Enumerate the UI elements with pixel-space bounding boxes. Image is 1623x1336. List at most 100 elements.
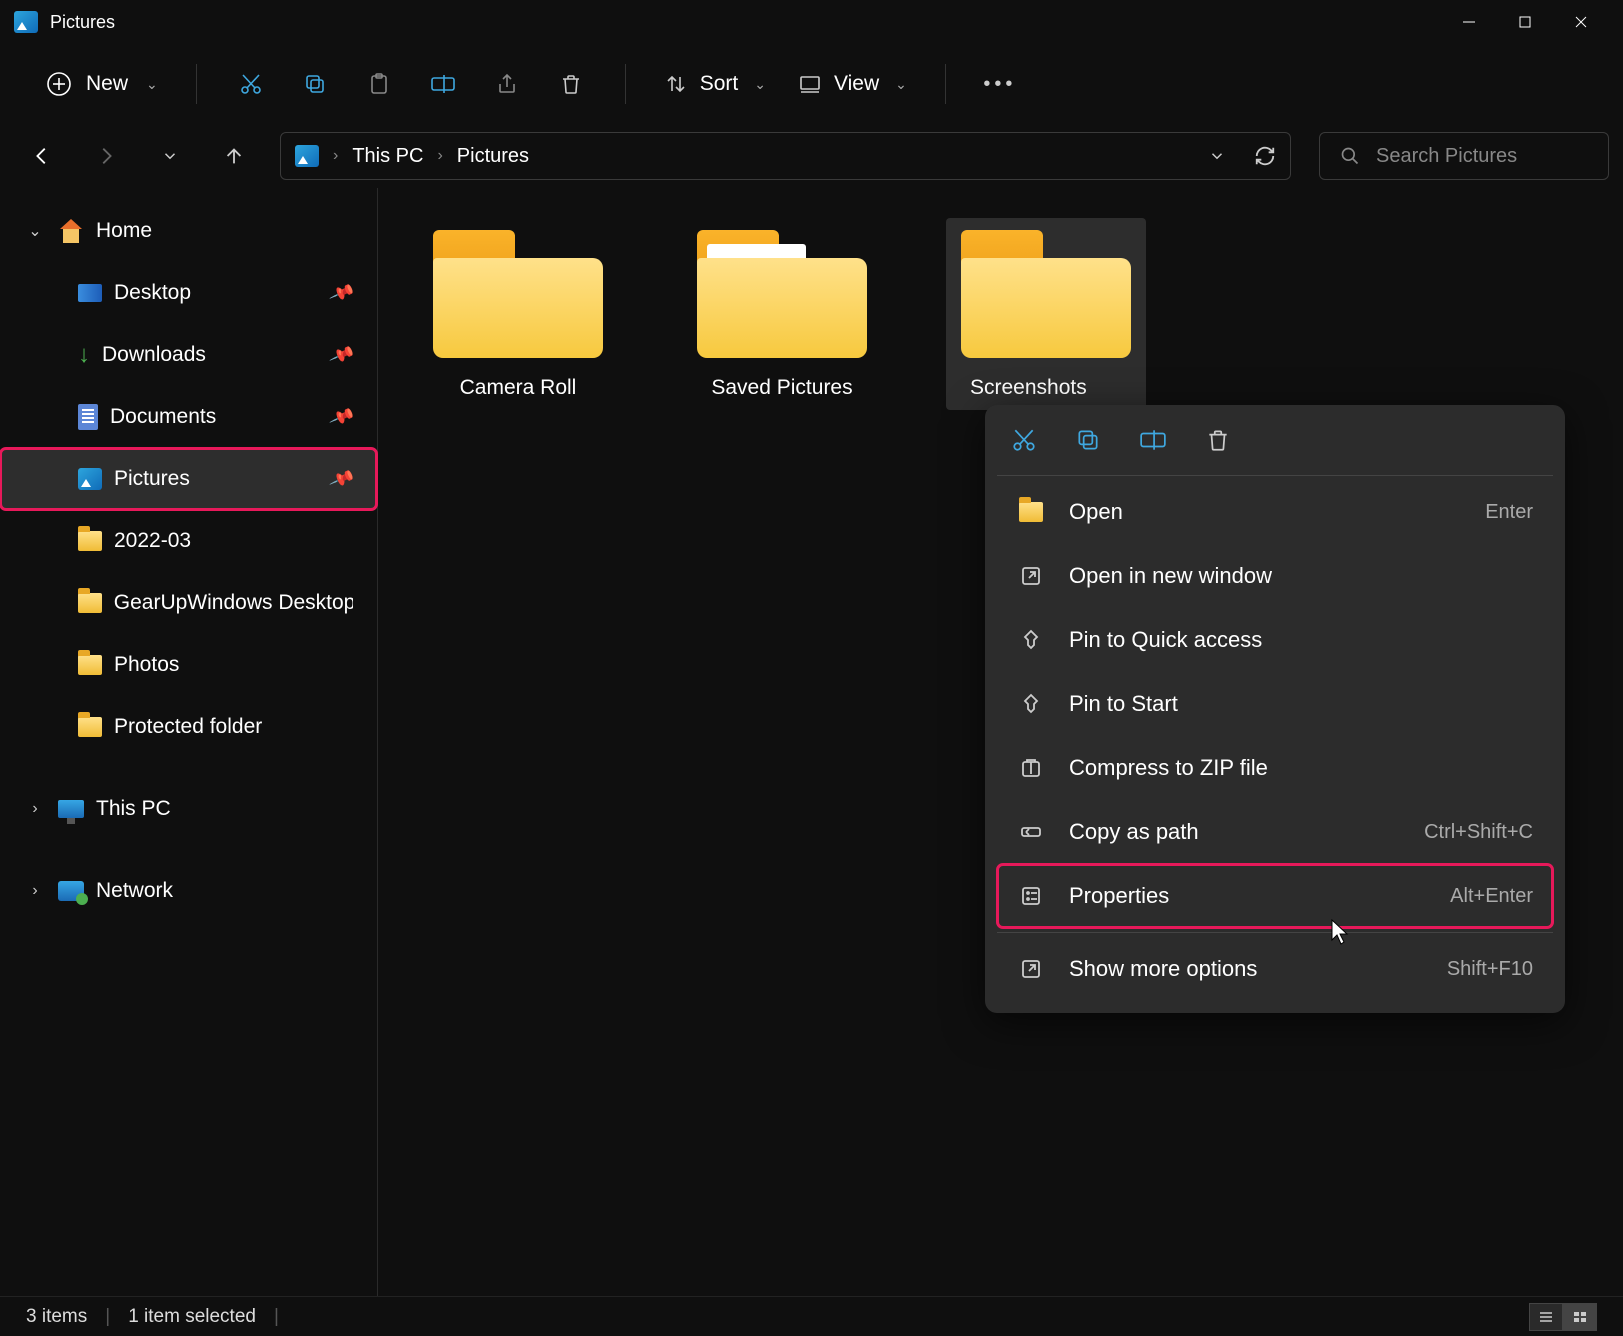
sidebar-item-network[interactable]: › Network: [0, 860, 377, 922]
plus-circle-icon: [46, 71, 72, 97]
sidebar-item-home[interactable]: ⌄ Home: [0, 200, 377, 262]
menu-label: Open in new window: [1069, 563, 1272, 589]
menu-pin-quick-access[interactable]: Pin to Quick access: [997, 608, 1553, 672]
folder-saved-pictures[interactable]: Saved Pictures: [682, 218, 882, 410]
new-window-icon: [1017, 562, 1045, 590]
sidebar-item-label: 2022-03: [114, 529, 191, 553]
menu-label: Pin to Quick access: [1069, 627, 1262, 653]
window-title: Pictures: [50, 12, 115, 33]
forward-button[interactable]: [88, 138, 124, 174]
menu-pin-start[interactable]: Pin to Start: [997, 672, 1553, 736]
breadcrumb-segment[interactable]: This PC: [352, 145, 423, 168]
menu-label: Properties: [1069, 883, 1169, 909]
document-icon: [78, 404, 98, 430]
search-input[interactable]: Search Pictures: [1319, 132, 1609, 180]
view-button[interactable]: View ⌄: [788, 66, 917, 102]
up-button[interactable]: [216, 138, 252, 174]
folder-label: Camera Roll: [460, 376, 577, 400]
maximize-button[interactable]: [1497, 0, 1553, 44]
sidebar-item-desktop[interactable]: Desktop 📌: [0, 262, 377, 324]
sidebar-item-gearupwindows[interactable]: GearUpWindows Desktop: [0, 572, 377, 634]
paste-icon: [367, 72, 391, 96]
menu-separator: [997, 475, 1553, 476]
delete-button[interactable]: [545, 58, 597, 110]
rename-icon[interactable]: [1139, 427, 1167, 453]
view-icon: [798, 72, 822, 96]
view-label: View: [834, 72, 879, 96]
desktop-icon: [78, 284, 102, 302]
cut-icon[interactable]: [1011, 427, 1037, 453]
menu-properties[interactable]: Properties Alt+Enter: [997, 864, 1553, 928]
chevron-down-icon: ⌄: [24, 221, 46, 241]
menu-compress-zip[interactable]: Compress to ZIP file: [997, 736, 1553, 800]
sort-button[interactable]: Sort ⌄: [654, 66, 776, 102]
copy-button[interactable]: [289, 58, 341, 110]
share-button[interactable]: [481, 58, 533, 110]
details-view-button[interactable]: [1529, 1303, 1563, 1331]
paste-button[interactable]: [353, 58, 405, 110]
chevron-right-icon: ›: [24, 800, 46, 818]
menu-separator: [997, 932, 1553, 933]
breadcrumb[interactable]: › This PC › Pictures: [280, 132, 1291, 180]
minimize-button[interactable]: [1441, 0, 1497, 44]
menu-shortcut: Alt+Enter: [1450, 885, 1533, 908]
sidebar-item-this-pc[interactable]: › This PC: [0, 778, 377, 840]
sidebar-item-label: Downloads: [102, 343, 206, 367]
properties-icon: [1017, 882, 1045, 910]
pin-icon: 📌: [328, 465, 356, 492]
new-button[interactable]: New ⌄: [36, 65, 168, 103]
home-icon: [58, 219, 84, 243]
rename-button[interactable]: [417, 58, 469, 110]
navrow: › This PC › Pictures Search Pictures: [0, 124, 1623, 188]
search-icon: [1340, 146, 1360, 166]
toolbar-separator: [945, 64, 946, 104]
titlebar: Pictures: [0, 0, 1623, 44]
status-selected: 1 item selected: [128, 1306, 256, 1328]
download-icon: ↓: [78, 341, 90, 369]
pictures-app-icon: [14, 11, 38, 33]
close-button[interactable]: [1553, 0, 1609, 44]
more-square-icon: [1017, 955, 1045, 983]
sidebar-item-pictures[interactable]: Pictures 📌: [0, 448, 377, 510]
refresh-icon[interactable]: [1254, 145, 1276, 167]
menu-shortcut: Ctrl+Shift+C: [1424, 821, 1533, 844]
search-placeholder: Search Pictures: [1376, 145, 1517, 168]
sidebar-item-photos[interactable]: Photos: [0, 634, 377, 696]
back-button[interactable]: [24, 138, 60, 174]
folder-camera-roll[interactable]: Camera Roll: [418, 218, 618, 410]
sidebar-item-documents[interactable]: Documents 📌: [0, 386, 377, 448]
menu-copy-path[interactable]: Copy as path Ctrl+Shift+C: [997, 800, 1553, 864]
menu-shortcut: Enter: [1485, 501, 1533, 524]
sidebar-item-downloads[interactable]: ↓ Downloads 📌: [0, 324, 377, 386]
menu-label: Open: [1069, 499, 1123, 525]
new-label: New: [86, 72, 128, 96]
menu-open-new-window[interactable]: Open in new window: [997, 544, 1553, 608]
breadcrumb-sep-icon: ›: [437, 147, 442, 165]
folder-label: Screenshots: [956, 376, 1087, 400]
breadcrumb-segment[interactable]: Pictures: [457, 145, 529, 168]
sidebar-item-label: Photos: [114, 653, 179, 677]
sidebar-item-protected-folder[interactable]: Protected folder: [0, 696, 377, 758]
copy-icon: [303, 72, 327, 96]
sidebar-item-2022-03[interactable]: 2022-03: [0, 510, 377, 572]
path-icon: [1017, 818, 1045, 846]
more-button[interactable]: •••: [974, 58, 1026, 110]
recent-button[interactable]: [152, 138, 188, 174]
delete-icon[interactable]: [1205, 427, 1231, 453]
folder-icon: [78, 531, 102, 551]
sidebar-item-label: This PC: [96, 797, 171, 821]
breadcrumb-sep-icon: ›: [333, 147, 338, 165]
folder-screenshots[interactable]: Screenshots: [946, 218, 1146, 410]
menu-show-more[interactable]: Show more options Shift+F10: [997, 937, 1553, 1001]
network-icon: [58, 881, 84, 901]
sort-icon: [664, 72, 688, 96]
status-item-count: 3 items: [26, 1306, 87, 1328]
chevron-down-icon[interactable]: [1208, 147, 1226, 165]
icons-view-button[interactable]: [1563, 1303, 1597, 1331]
chevron-down-icon: ⌄: [146, 76, 158, 93]
status-sep: |: [274, 1306, 279, 1328]
copy-icon[interactable]: [1075, 427, 1101, 453]
zip-icon: [1017, 754, 1045, 782]
menu-open[interactable]: Open Enter: [997, 480, 1553, 544]
cut-button[interactable]: [225, 58, 277, 110]
